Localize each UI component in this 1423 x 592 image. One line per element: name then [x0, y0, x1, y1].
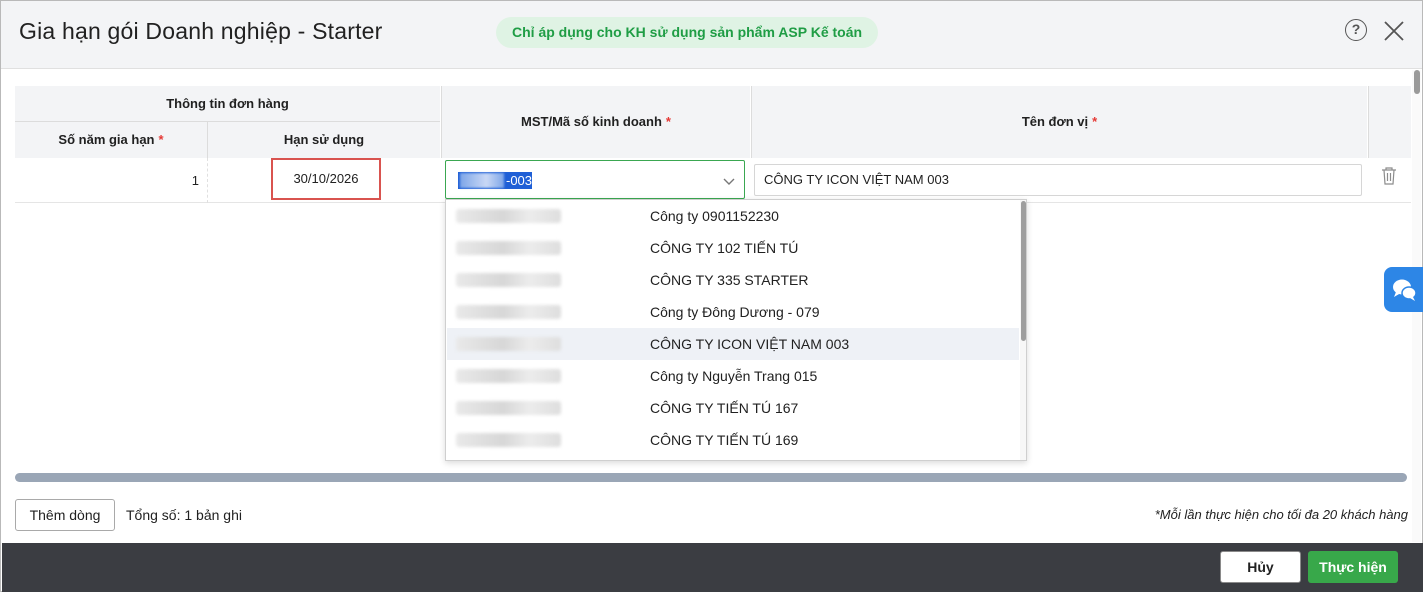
chat-support-button[interactable] [1384, 267, 1423, 312]
action-column-header [1368, 86, 1411, 158]
question-circle-icon[interactable]: ? [1345, 19, 1367, 41]
name-header-label: Tên đơn vị [1021, 114, 1089, 129]
list-item[interactable]: CÔNG TY TIẾN TÚ 169 [447, 424, 1019, 456]
mst-column-header: MST/Mã số kinh doanh * [441, 86, 750, 158]
chevron-down-icon[interactable] [721, 173, 737, 189]
list-item[interactable]: Công ty Đông Dương - 079 [447, 296, 1019, 328]
mst-header-label: MST/Mã số kinh doanh [521, 114, 662, 129]
list-item[interactable]: CÔNG TY TIẾN TÚ 167 [447, 392, 1019, 424]
redacted-mst [456, 209, 561, 223]
dialog-scroll-thumb[interactable] [1414, 70, 1420, 94]
redacted-mst [456, 305, 561, 319]
redacted-mst [456, 369, 561, 383]
dropdown-scroll-thumb[interactable] [1021, 201, 1026, 341]
list-item[interactable]: Công ty Nguyễn Trang 015 [447, 360, 1019, 392]
redacted-mst [456, 241, 561, 255]
dialog-footer [2, 543, 1423, 592]
renewal-dialog: Gia hạn gói Doanh nghiệp - Starter Chỉ á… [0, 0, 1423, 592]
required-marker: * [665, 114, 671, 129]
submit-button[interactable]: Thực hiện [1308, 551, 1398, 583]
list-item-name: CÔNG TY 335 STARTER [650, 272, 809, 288]
expiry-cell: 30/10/2026 [271, 158, 381, 200]
chat-bubble-icon [1393, 279, 1417, 301]
limit-note: *Mỗi lần thực hiện cho tối đa 20 khách h… [1154, 507, 1408, 522]
table-horizontal-scrollbar[interactable] [15, 473, 1407, 482]
company-name-column-header: Tên đơn vị * [751, 86, 1367, 158]
required-marker: * [158, 132, 164, 147]
expiry-column-header: Hạn sử dụng [208, 122, 440, 158]
redacted-mst [456, 433, 561, 447]
required-marker: * [1092, 114, 1098, 129]
list-item[interactable]: CÔNG TY 102 TIẾN TÚ [447, 232, 1019, 264]
mst-redacted-part [460, 173, 504, 188]
list-item-selected[interactable]: CÔNG TY ICON VIỆT NAM 003 [447, 328, 1019, 360]
mst-combobox[interactable]: -003 [445, 160, 745, 199]
list-item-name: Công ty Đông Dương - 079 [650, 304, 820, 320]
product-note-badge: Chỉ áp dụng cho KH sử dụng sản phẩm ASP … [496, 17, 879, 48]
list-item-name: CÔNG TY TIẾN TÚ 169 [650, 432, 799, 448]
add-row-button[interactable]: Thêm dòng [15, 499, 115, 531]
redacted-mst [456, 273, 561, 287]
redacted-mst [456, 401, 561, 415]
list-item[interactable]: Công ty 0901152230 [447, 200, 1019, 232]
cancel-button[interactable]: Hủy [1220, 551, 1301, 583]
list-item-name: Công ty Nguyễn Trang 015 [650, 368, 818, 384]
mst-dropdown-list: Công ty 0901152230 CÔNG TY 102 TIẾN TÚ C… [445, 199, 1027, 461]
total-records-label: Tổng số: 1 bản ghi [126, 507, 242, 523]
order-info-group-header: Thông tin đơn hàng [15, 86, 440, 122]
list-item-name: CÔNG TY TIẾN TÚ 167 [650, 400, 799, 416]
list-item-name: CÔNG TY 102 TIẾN TÚ [650, 240, 799, 256]
years-column-header: Số năm gia hạn * [15, 122, 208, 158]
redacted-mst [456, 337, 561, 351]
years-header-label: Số năm gia hạn [58, 132, 155, 147]
years-cell[interactable]: 1 [15, 158, 208, 203]
list-item-name: CÔNG TY ICON VIỆT NAM 003 [650, 336, 850, 352]
company-name-field[interactable]: CÔNG TY ICON VIỆT NAM 003 [754, 164, 1362, 196]
close-icon[interactable] [1382, 19, 1406, 43]
dialog-title: Gia hạn gói Doanh nghiệp - Starter [19, 18, 383, 44]
list-item[interactable]: CÔNG TY 335 STARTER [447, 264, 1019, 296]
dialog-header: Gia hạn gói Doanh nghiệp - Starter Chỉ á… [1, 1, 1422, 69]
list-item-name: Công ty 0901152230 [650, 208, 779, 224]
trash-icon[interactable] [1380, 166, 1398, 186]
